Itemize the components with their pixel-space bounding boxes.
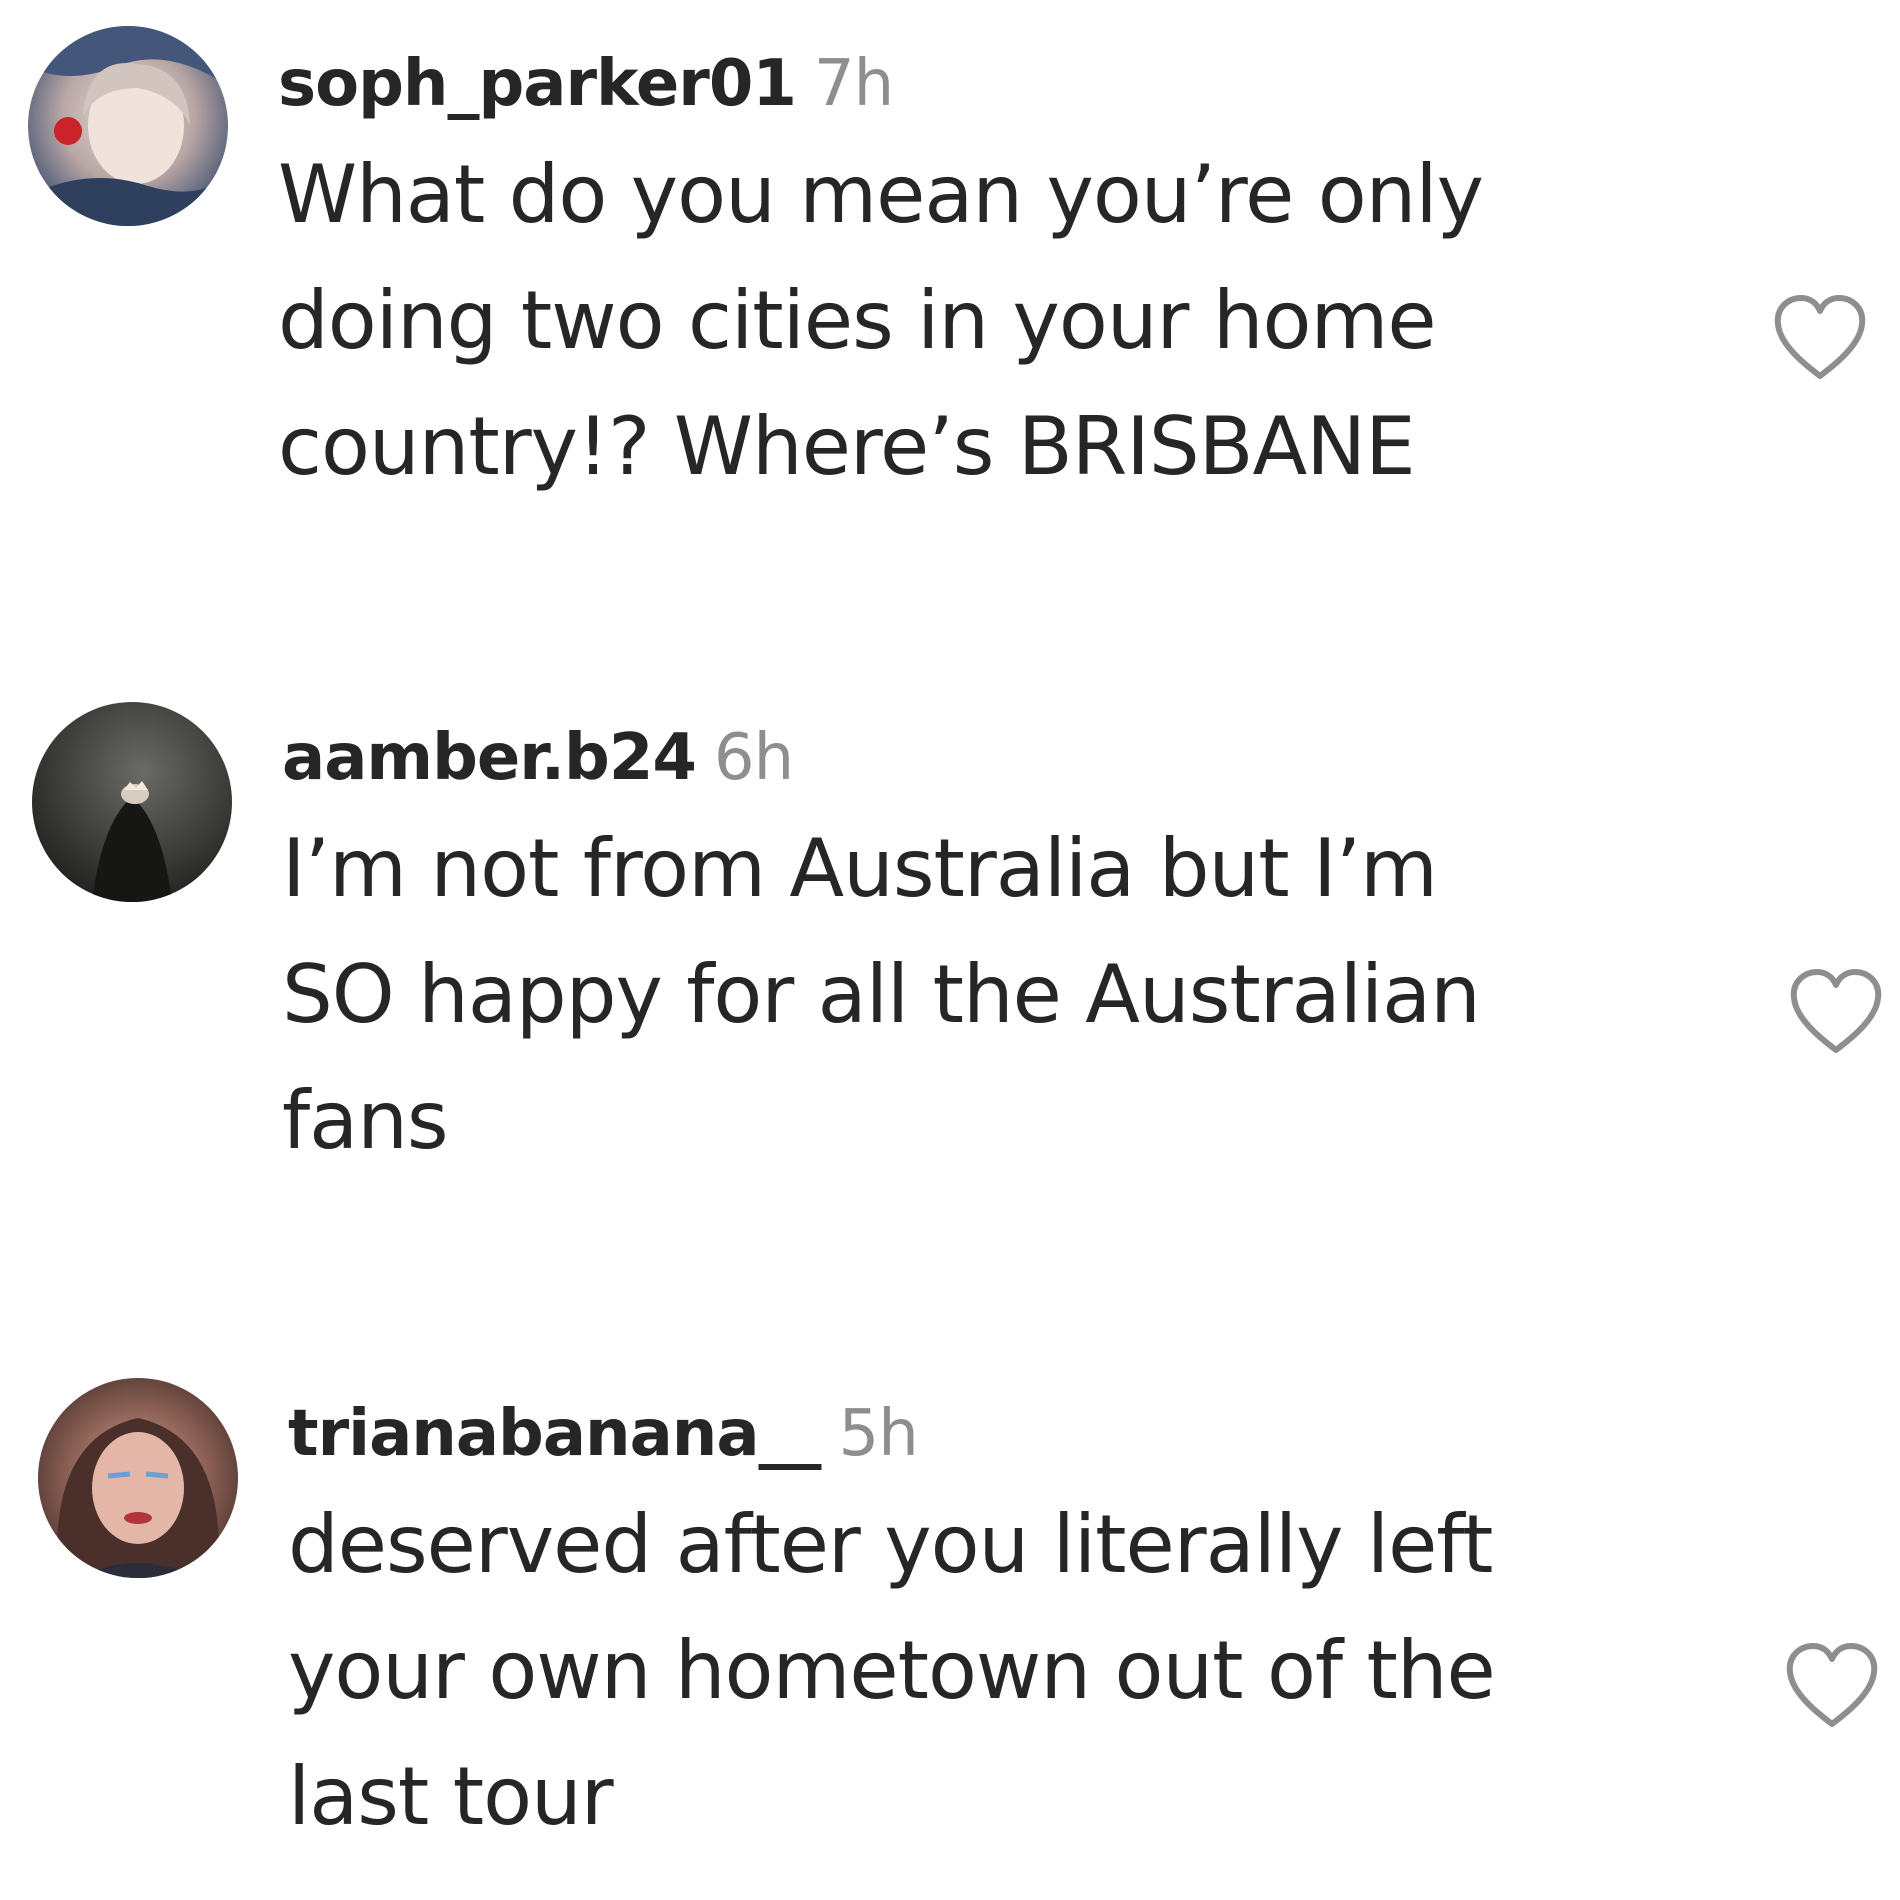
comment-body: aamber.b24 6h I’m not from Australia but … bbox=[282, 718, 1702, 1184]
heart-outline-icon bbox=[1774, 295, 1866, 379]
timestamp[interactable]: 6h bbox=[714, 721, 794, 795]
comment-text-line: SO happy for all the Australian bbox=[282, 948, 1481, 1041]
comment-text: What do you mean you’re only doing two c… bbox=[278, 132, 1698, 510]
comments-list: soph_parker01 7h What do you mean you’re … bbox=[0, 0, 1900, 1900]
like-button[interactable] bbox=[1786, 966, 1886, 1058]
like-button[interactable] bbox=[1770, 292, 1870, 384]
like-button[interactable] bbox=[1782, 1640, 1882, 1732]
username-link[interactable]: aamber.b24 bbox=[282, 721, 697, 795]
comment-meta: trianabanana__ 5h bbox=[288, 1394, 1708, 1474]
comment-body: soph_parker01 7h What do you mean you’re … bbox=[278, 44, 1698, 510]
timestamp[interactable]: 7h bbox=[814, 47, 894, 121]
comment-text-line: fans bbox=[282, 1074, 449, 1167]
comment-meta: soph_parker01 7h bbox=[278, 44, 1698, 124]
avatar[interactable] bbox=[38, 1378, 238, 1578]
comment-text: deserved after you literally left your o… bbox=[288, 1482, 1708, 1860]
comment-text-line: What do you mean you’re only bbox=[278, 148, 1484, 241]
comment-text-line: country!? Where’s BRISBANE bbox=[278, 400, 1416, 493]
heart-outline-icon bbox=[1790, 969, 1882, 1053]
username-link[interactable]: soph_parker01 bbox=[278, 47, 797, 121]
comment-text-line: last tour bbox=[288, 1750, 614, 1843]
comment-body: trianabanana__ 5h deserved after you lite… bbox=[288, 1394, 1708, 1860]
timestamp[interactable]: 5h bbox=[839, 1397, 919, 1471]
avatar[interactable] bbox=[32, 702, 232, 902]
comment-text-line: your own hometown out of the bbox=[288, 1624, 1496, 1717]
comment-text-line: doing two cities in your home bbox=[278, 274, 1437, 367]
username-link[interactable]: trianabanana__ bbox=[288, 1397, 822, 1471]
comment-meta: aamber.b24 6h bbox=[282, 718, 1702, 798]
comment-text-line: deserved after you literally left bbox=[288, 1498, 1493, 1591]
avatar[interactable] bbox=[28, 26, 228, 226]
comment-text: I’m not from Australia but I’m SO happy … bbox=[282, 806, 1702, 1184]
heart-outline-icon bbox=[1786, 1643, 1878, 1727]
comment-text-line: I’m not from Australia but I’m bbox=[282, 822, 1438, 915]
